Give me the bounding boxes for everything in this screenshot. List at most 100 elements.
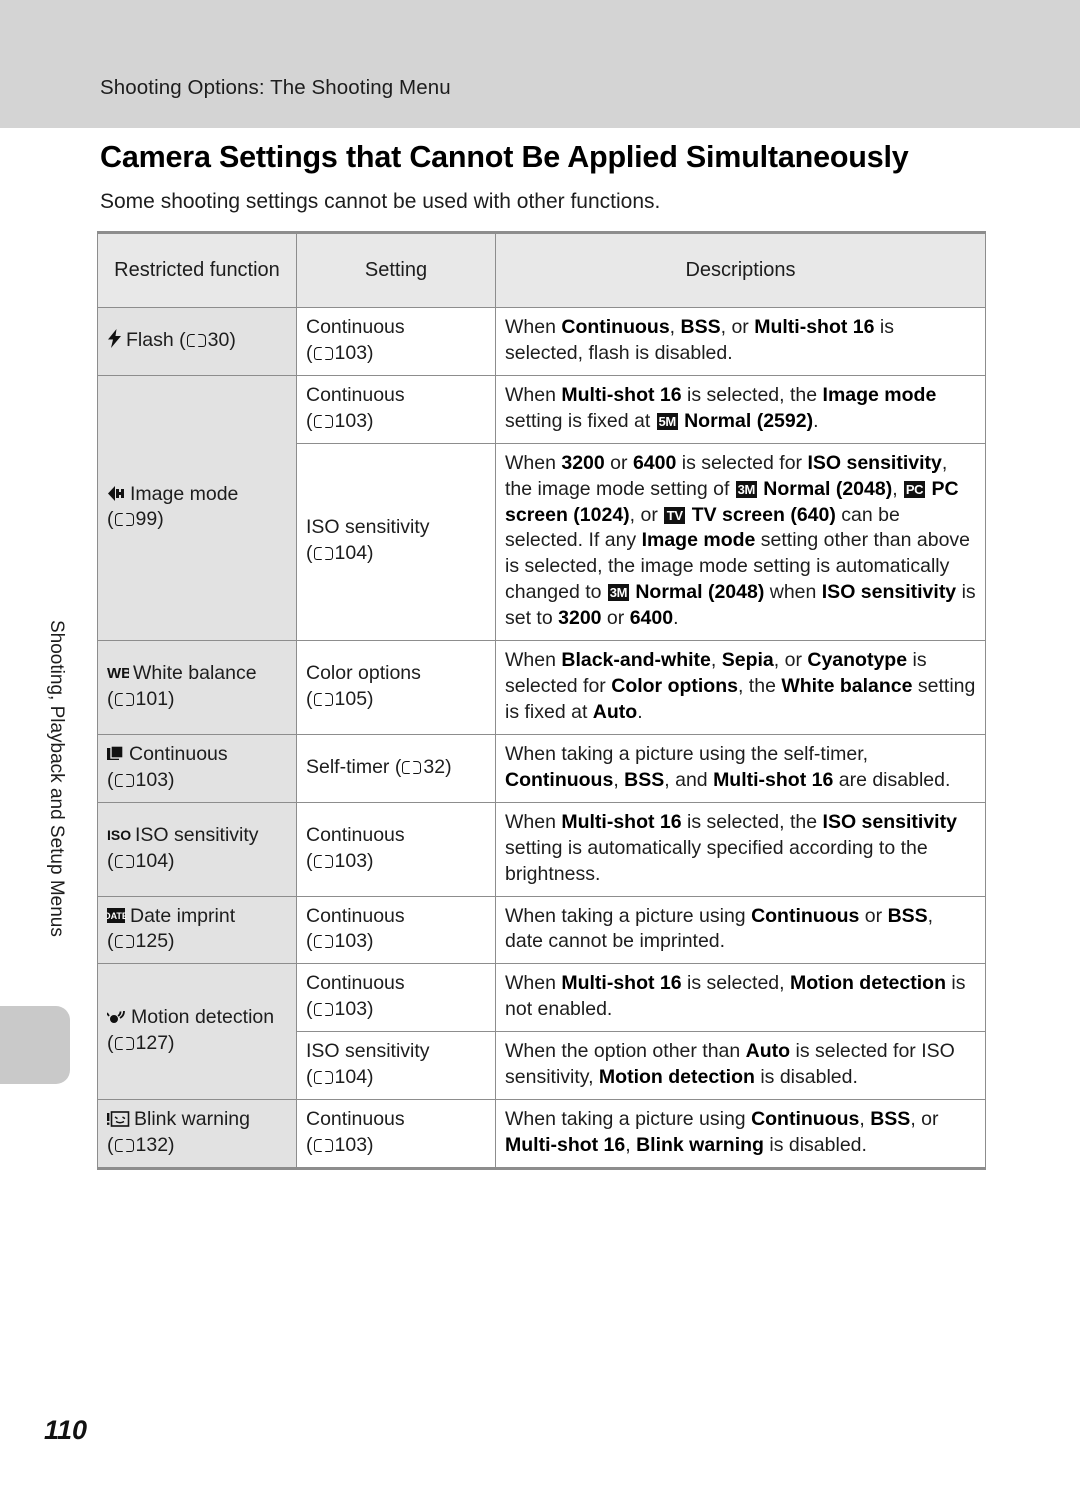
setting-ref-page: 103 [334,409,368,432]
cell-setting: Continuous(103) [296,307,496,376]
cell-restricted-function: Continuous(103) [97,733,297,803]
cell-description: When Multi-shot 16 is selected, Motion d… [495,963,986,1033]
page-intro: Some shooting settings cannot be used wi… [100,190,661,213]
setting-ref-page: 104 [334,542,368,565]
setting-name: Color options [306,662,421,685]
setting-name: Continuous [306,1108,405,1131]
image-mode-icon [107,485,126,502]
function-name: Date imprint [130,904,236,927]
setting-ref-page: 103 [334,930,368,953]
function-ref-page: 101 [135,688,169,711]
cell-description: When taking a picture using the self-tim… [495,733,986,803]
badge-tv-icon: TV [664,506,686,524]
book-icon [114,773,134,788]
motion-detection-icon [107,1008,127,1025]
cell-setting: Continuous(103) [296,801,496,897]
setting-ref-page: 105 [334,688,368,711]
badge-5m-icon: 5M [656,412,678,430]
white-balance-icon: WB [107,664,129,681]
book-icon [313,934,333,949]
book-icon [114,512,134,527]
setting-name: Continuous [306,904,405,927]
side-tab-label: Shooting, Playback and Setup Menus [46,620,67,937]
column-header-descriptions: Descriptions [495,231,986,308]
function-ref-page: 103 [135,768,169,791]
iso-icon: ISO [107,826,131,843]
setting-ref-page: 103 [334,341,368,364]
badge-3m-icon: 3M [735,480,757,498]
book-icon [313,692,333,707]
cell-setting: Self-timer (32) [296,733,496,803]
flash-icon [107,328,122,348]
cell-description: When Continuous, BSS, or Multi-shot 16 i… [495,307,986,376]
function-name: Continuous [129,742,228,765]
cell-description: When the option other than Auto is selec… [495,1031,986,1101]
table-row: ISO ISO sensitivity(104) Continuous(103) … [97,801,986,897]
book-icon [186,333,206,348]
setting-name: Self-timer [306,755,390,778]
restrictions-table: Restricted function Setting Descriptions… [97,231,986,1170]
table-row: WB White balance(101) Color options(105) … [97,640,986,735]
function-name: ISO sensitivity [135,823,259,846]
book-icon [114,854,134,869]
book-icon [114,1036,134,1051]
blink-warning-icon [107,1110,130,1127]
function-ref-page: 125 [135,930,169,953]
cell-restricted-function: Image mode(99) [97,374,297,642]
setting-name: ISO sensitivity [306,516,430,539]
cell-restricted-function: Blink warning(132) [97,1099,297,1170]
function-name: White balance [133,662,257,685]
book-icon [114,1138,134,1153]
cell-description: When taking a picture using Continuous, … [495,1099,986,1170]
function-name: Blink warning [134,1108,250,1131]
svg-text:WB: WB [107,665,129,681]
book-icon [313,1138,333,1153]
cell-restricted-function: Motion detection(127) [97,963,297,1101]
setting-ref-page: 103 [334,1133,368,1156]
setting-ref-page: 104 [334,1066,368,1089]
book-icon [313,854,333,869]
book-icon [313,346,333,361]
setting-ref-page: 103 [334,849,368,872]
book-icon [313,1002,333,1017]
badge-pc-icon: PC [904,480,926,498]
cell-setting: Continuous(103) [296,374,496,444]
cell-setting: ISO sensitivity(104) [296,1031,496,1101]
book-icon [114,692,134,707]
column-header-restricted-function: Restricted function [97,231,297,308]
setting-name: Continuous [306,383,405,406]
continuous-icon [107,745,125,762]
setting-name: ISO sensitivity [306,1040,430,1063]
function-ref-page: 104 [135,849,169,872]
side-tab-thumb [0,1006,70,1084]
setting-ref-page: 103 [334,998,368,1021]
svg-text:ISO: ISO [107,827,131,843]
function-name: Flash [126,328,174,351]
book-icon [114,934,134,949]
function-name: Motion detection [131,1006,275,1029]
page-number: 110 [44,1415,88,1445]
table-row: DATE Date imprint(125) Continuous(103) Wh… [97,895,986,965]
function-ref-page: 132 [135,1133,169,1156]
page-title: Camera Settings that Cannot Be Applied S… [100,140,909,174]
table-row: Flash (30) Continuous(103) When Continuo… [97,307,986,376]
table-row: Image mode(99) Continuous(103) When Mult… [97,374,986,642]
svg-text:DATE: DATE [107,911,126,921]
cell-setting: Continuous(103) [296,1099,496,1170]
cell-description: When 3200 or 6400 is selected for ISO se… [495,442,986,642]
cell-restricted-function: WB White balance(101) [97,640,297,735]
setting-name: Continuous [306,823,405,846]
column-header-setting: Setting [296,231,496,308]
table-row: Blink warning(132) Continuous(103) When … [97,1099,986,1170]
cell-description: When Multi-shot 16 is selected, the Imag… [495,374,986,444]
table-header-row: Restricted function Setting Descriptions [97,231,986,308]
book-icon [313,546,333,561]
setting-ref-page: 32 [423,755,446,778]
book-icon [402,760,422,775]
function-ref-page: 30 [207,328,230,351]
cell-restricted-function: DATE Date imprint(125) [97,895,297,965]
cell-setting: Continuous(103) [296,895,496,965]
function-ref-page: 127 [135,1032,169,1055]
function-ref-page: 99 [135,508,158,531]
cell-description: When taking a picture using Continuous o… [495,895,986,965]
